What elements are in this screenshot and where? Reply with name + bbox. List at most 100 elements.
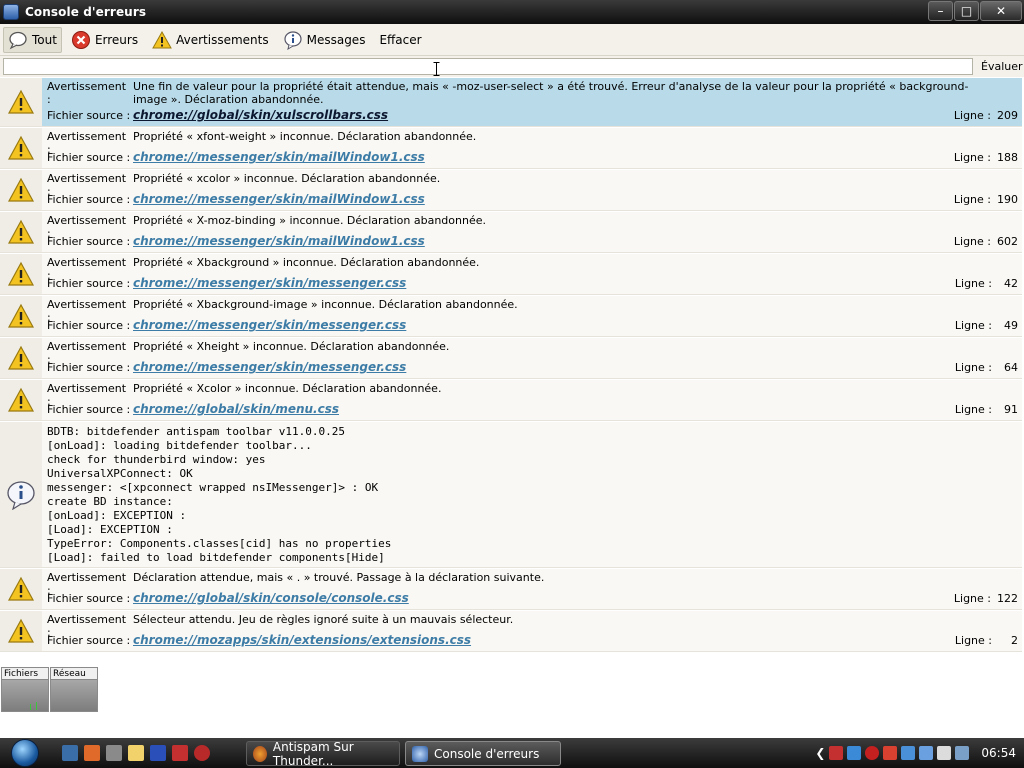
minimize-button[interactable]: – — [928, 1, 953, 21]
filter-all-label: Tout — [32, 32, 57, 47]
app-icon — [3, 4, 19, 20]
firefox-icon[interactable] — [84, 745, 100, 761]
evaluate-button[interactable]: Évaluer — [981, 60, 1023, 73]
message-row[interactable]: Avertissement : Propriété « xfont-weight… — [0, 128, 1022, 169]
info-line: TypeError: Components.classes[cid] has n… — [47, 537, 392, 550]
message-row[interactable]: Avertissement : Propriété « Xbackground … — [0, 254, 1022, 295]
gadget-files[interactable]: Fichiers — [1, 667, 49, 712]
taskbar-item-antispam[interactable]: Antispam Sur Thunder... — [246, 739, 400, 768]
message-row[interactable]: Avertissement : Sélecteur attendu. Jeu d… — [0, 611, 1022, 652]
source-label: Fichier source : — [47, 591, 131, 605]
source-link[interactable]: chrome://messenger/skin/mailWindow1.css — [133, 150, 425, 164]
source-link[interactable]: chrome://global/skin/xulscrollbars.css — [133, 108, 388, 122]
taskbar-item-console[interactable]: Console d'erreurs — [405, 741, 561, 766]
line-label: Ligne : — [954, 318, 992, 332]
source-link[interactable]: chrome://messenger/skin/messenger.css — [133, 318, 406, 332]
tray-icon[interactable] — [883, 746, 898, 760]
app-icon-round[interactable] — [194, 745, 210, 761]
clear-label: Effacer — [379, 32, 422, 47]
folder-icon[interactable] — [128, 745, 144, 761]
source-link[interactable]: chrome://global/skin/menu.css — [133, 402, 339, 416]
line-label: Ligne : — [953, 108, 991, 122]
message-row[interactable]: Avertissement : Propriété « Xcolor » inc… — [0, 380, 1022, 421]
filter-messages-button[interactable]: Messages — [278, 27, 371, 53]
source-link[interactable]: chrome://mozapps/skin/extensions/extensi… — [133, 633, 471, 647]
message-row[interactable]: Avertissement : Une fin de valeur pour l… — [0, 78, 1022, 127]
message-row[interactable]: Avertissement : Déclaration attendue, ma… — [0, 569, 1022, 610]
line-number: 91 — [1004, 402, 1018, 416]
line-number: 49 — [1004, 318, 1018, 332]
app-icon-red[interactable] — [172, 745, 188, 761]
clock[interactable]: 06:54 — [981, 746, 1016, 760]
tray-expand-icon[interactable]: ❮ — [815, 746, 825, 760]
source-link[interactable]: chrome://global/skin/console/console.css — [133, 591, 409, 605]
close-button[interactable]: ✕ — [980, 1, 1022, 21]
message-content: Avertissement : Sélecteur attendu. Jeu d… — [42, 611, 1022, 651]
warning-icon — [0, 78, 42, 126]
maximize-button[interactable]: □ — [954, 1, 979, 21]
line-info: Ligne : 602 — [954, 235, 1018, 248]
warning-icon — [0, 569, 42, 609]
line-label: Ligne : — [953, 192, 991, 206]
warning-icon — [0, 296, 42, 336]
line-number: 42 — [1004, 276, 1018, 290]
info-line: [onLoad]: EXCEPTION : — [47, 509, 187, 522]
filter-warnings-button[interactable]: Avertissements — [147, 27, 273, 53]
message-list: Avertissement : Une fin de valeur pour l… — [0, 78, 1024, 654]
tray-icon[interactable] — [901, 746, 916, 760]
message-row[interactable]: Avertissement : Propriété « Xbackground-… — [0, 296, 1022, 337]
message-content: Avertissement : Propriété « Xbackground-… — [42, 296, 1022, 336]
message-row[interactable]: Avertissement : Propriété « X-moz-bindin… — [0, 212, 1022, 253]
tray-icon[interactable] — [865, 746, 880, 760]
window-controls: – □ ✕ — [928, 1, 1022, 21]
source-link[interactable]: chrome://messenger/skin/messenger.css — [133, 276, 406, 290]
filter-messages-label: Messages — [306, 32, 366, 47]
tray-icon[interactable] — [847, 746, 862, 760]
source-link[interactable]: chrome://messenger/skin/mailWindow1.css — [133, 192, 425, 206]
network-icon[interactable] — [919, 746, 934, 760]
message-content: BDTB: bitdefender antispam toolbar v11.0… — [42, 422, 1022, 567]
filter-toolbar: Tout Erreurs Avertissements Messages Eff… — [0, 24, 1024, 56]
message-row[interactable]: Avertissement : Propriété « xcolor » inc… — [0, 170, 1022, 211]
start-button[interactable] — [0, 738, 50, 768]
source-label: Fichier source : — [47, 234, 131, 248]
volume-icon[interactable] — [937, 746, 952, 760]
activity-graph-icon — [30, 702, 37, 710]
media-icon[interactable] — [150, 745, 166, 761]
tray-icon[interactable] — [955, 746, 970, 760]
warning-icon — [152, 30, 172, 50]
title-bar: Console d'erreurs – □ ✕ — [0, 0, 1024, 24]
warning-icon — [0, 212, 42, 252]
info-line: check for thunderbird window: yes — [47, 453, 266, 466]
source-link[interactable]: chrome://messenger/skin/mailWindow1.css — [133, 234, 425, 248]
message-row[interactable]: BDTB: bitdefender antispam toolbar v11.0… — [0, 422, 1022, 568]
message-content: Avertissement : Propriété « X-moz-bindin… — [42, 212, 1022, 252]
tray-icon[interactable] — [829, 746, 844, 760]
warning-icon — [0, 380, 42, 420]
line-label: Ligne : — [953, 150, 991, 164]
info-line: create BD instance: — [47, 495, 173, 508]
message-content: Avertissement : Déclaration attendue, ma… — [42, 569, 1022, 609]
console-icon — [412, 745, 428, 762]
filter-all-button[interactable]: Tout — [3, 26, 62, 53]
gadget-network-label: Réseau — [51, 668, 97, 680]
line-label: Ligne : — [954, 276, 992, 290]
gadget-network[interactable]: Réseau — [50, 667, 98, 712]
clear-button[interactable]: Effacer — [374, 27, 426, 53]
message-row[interactable]: Avertissement : Propriété « Xheight » in… — [0, 338, 1022, 379]
taskbar-item-label: Antispam Sur Thunder... — [272, 739, 354, 768]
line-info: Ligne : 2 — [955, 634, 1018, 647]
info-line: [Load]: failed to load bitdefender compo… — [47, 551, 385, 564]
source-label: Fichier source : — [47, 318, 131, 332]
explorer-icon[interactable] — [106, 745, 122, 761]
source-label: Fichier source : — [47, 402, 131, 416]
filter-errors-button[interactable]: Erreurs — [66, 27, 143, 53]
evaluate-input[interactable] — [3, 58, 973, 75]
evaluate-bar: Évaluer — [0, 56, 1024, 77]
line-number: 2 — [1011, 633, 1018, 647]
source-link[interactable]: chrome://messenger/skin/messenger.css — [133, 360, 406, 374]
line-info: Ligne : 42 — [955, 277, 1018, 290]
line-label: Ligne : — [954, 360, 992, 374]
info-icon — [283, 30, 303, 50]
show-desktop-icon[interactable] — [62, 745, 78, 761]
